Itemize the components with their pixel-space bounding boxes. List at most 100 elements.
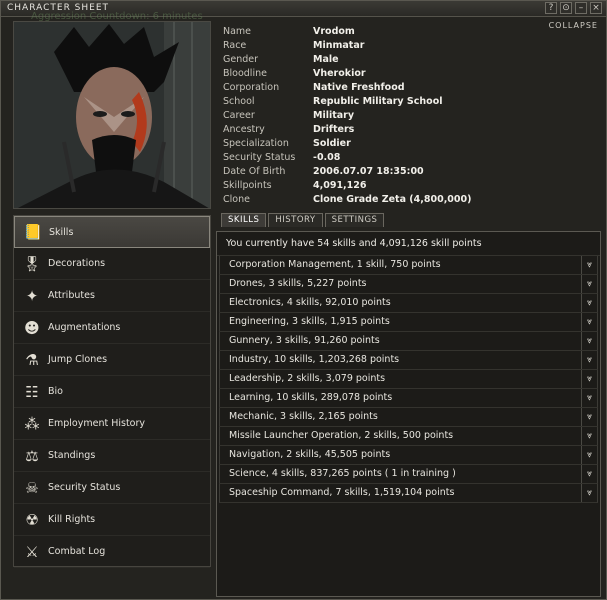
sidebar-item-label: Kill Rights [48,514,96,525]
expand-chevron-icon[interactable]: ⩔ [581,446,597,464]
info-row-bloodline: Bloodline Vherokior [223,67,471,81]
info-label: Corporation [223,82,280,93]
expand-chevron-icon[interactable]: ⩔ [581,313,597,331]
expand-chevron-icon[interactable]: ⩔ [581,370,597,388]
info-value[interactable]: Vrodom [313,25,355,39]
skill-group-row[interactable]: Science, 4 skills, 837,265 points ( 1 in… [219,465,598,484]
info-row-ancestry: Ancestry Drifters [223,123,471,137]
info-value: Clone Grade Zeta (4,800,000) [313,194,472,205]
skill-group-label: Electronics, 4 skills, 92,010 points [229,297,391,308]
minimize-button[interactable]: – [575,2,587,14]
combat-log-icon: ⚔ [25,542,39,561]
expand-chevron-icon[interactable]: ⩔ [581,389,597,407]
info-row-school: School Republic Military School [223,95,471,109]
skill-group-row[interactable]: Leadership, 2 skills, 3,079 points ⩔ [219,370,598,389]
skill-group-row[interactable]: Navigation, 2 skills, 45,505 points ⩔ [219,446,598,465]
sidebar-item-employment-history[interactable]: ⁂ Employment History [14,408,210,440]
sidebar-item-jump-clones[interactable]: ⚗ Jump Clones [14,344,210,376]
info-value: Male [313,54,339,65]
info-value: 2006.07.07 18:35:00 [313,166,424,177]
sidebar-item-skills[interactable]: 📒 Skills [14,216,210,248]
info-row-career: Career Military [223,109,471,123]
info-value: 4,091,126 [313,180,367,191]
info-value[interactable]: Vherokior [313,67,366,81]
expand-chevron-icon[interactable]: ⩔ [581,256,597,274]
sidebar-item-security-status[interactable]: ☠ Security Status [14,472,210,504]
info-label: Race [223,40,247,51]
skill-group-row[interactable]: Learning, 10 skills, 289,078 points ⩔ [219,389,598,408]
help-button[interactable]: ? [545,2,557,14]
options-button[interactable]: ⊙ [560,2,572,14]
character-sheet-window: CHARACTER SHEET Aggression Countdown: 6 … [0,0,607,600]
info-label: Career [223,110,255,121]
employment-icon: ⁂ [24,414,40,433]
skill-group-row[interactable]: Corporation Management, 1 skill, 750 poi… [219,256,598,275]
sidebar-nav: 📒 Skills 🎖 Decorations ✦ Attributes ☻ Augmen… [13,215,211,568]
sidebar-item-label: Augmentations [48,322,121,333]
sidebar-item-standings[interactable]: ⚖ Standings [14,440,210,472]
sidebar-item-attributes[interactable]: ✦ Attributes [14,280,210,312]
info-row-gender: Gender Male [223,53,471,67]
portrait-image [14,22,210,208]
sidebar-item-decorations[interactable]: 🎖 Decorations [14,248,210,280]
info-label: Bloodline [223,68,267,79]
tab-history[interactable]: HISTORY [268,213,323,227]
info-value[interactable]: Minmatar [313,39,364,53]
skill-group-label: Engineering, 3 skills, 1,915 points [229,316,390,327]
info-label: Name [223,26,252,37]
skill-group-label: Gunnery, 3 skills, 91,260 points [229,335,380,346]
skill-group-row[interactable]: Spaceship Command, 7 skills, 1,519,104 p… [219,484,598,503]
sidebar-item-label: Bio [48,386,63,397]
info-label: Skillpoints [223,180,272,191]
kill-rights-icon: ☢ [25,510,39,529]
skill-group-label: Learning, 10 skills, 289,078 points [229,392,393,403]
title-bar[interactable]: CHARACTER SHEET Aggression Countdown: 6 … [1,1,606,22]
info-value: Military [313,110,355,121]
info-label: Clone [223,194,250,205]
skill-group-row[interactable]: Missile Launcher Operation, 2 skills, 50… [219,427,598,446]
expand-chevron-icon[interactable]: ⩔ [581,332,597,350]
sidebar-item-kill-rights[interactable]: ☢ Kill Rights [14,504,210,536]
skill-group-label: Navigation, 2 skills, 45,505 points [229,449,391,460]
skull-icon: ☠ [25,478,39,497]
expand-chevron-icon[interactable]: ⩔ [581,465,597,483]
skill-group-row[interactable]: Mechanic, 3 skills, 2,165 points ⩔ [219,408,598,427]
expand-chevron-icon[interactable]: ⩔ [581,351,597,369]
expand-chevron-icon[interactable]: ⩔ [581,427,597,445]
implant-head-icon: ☻ [24,318,40,337]
character-portrait[interactable] [13,21,211,209]
expand-chevron-icon[interactable]: ⩔ [581,484,597,502]
info-row-corporation: Corporation Native Freshfood [223,81,471,95]
info-value[interactable]: Drifters [313,123,354,137]
skill-group-row[interactable]: Gunnery, 3 skills, 91,260 points ⩔ [219,332,598,351]
skill-group-label: Mechanic, 3 skills, 2,165 points [229,411,378,422]
expand-chevron-icon[interactable]: ⩔ [581,408,597,426]
bio-card-icon: ☷ [25,382,39,401]
sidebar-item-label: Decorations [48,258,106,269]
close-button[interactable]: × [590,2,602,14]
skill-group-row[interactable]: Engineering, 3 skills, 1,915 points ⩔ [219,313,598,332]
info-row-skillpoints: Skillpoints 4,091,126 [223,179,471,193]
tab-settings[interactable]: SETTINGS [324,213,385,227]
info-value[interactable]: Native Freshfood [313,81,405,95]
skill-group-row[interactable]: Electronics, 4 skills, 92,010 points ⩔ [219,294,598,313]
info-row-race: Race Minmatar [223,39,471,53]
info-label: Date Of Birth [223,166,286,177]
skill-group-row[interactable]: Drones, 3 skills, 5,227 points ⩔ [219,275,598,294]
skill-group-row[interactable]: Industry, 10 skills, 1,203,268 points ⩔ [219,351,598,370]
expand-chevron-icon[interactable]: ⩔ [581,275,597,293]
sidebar-item-label: Skills [49,226,74,238]
sidebar-item-label: Jump Clones [48,354,108,365]
info-value[interactable]: Republic Military School [313,95,442,109]
skills-book-icon: 📒 [23,223,43,241]
skills-summary: You currently have 54 skills and 4,091,1… [217,232,600,256]
tab-skills[interactable]: SKILLS [221,213,267,227]
expand-chevron-icon[interactable]: ⩔ [581,294,597,312]
info-row-date-of-birth: Date Of Birth 2006.07.07 18:35:00 [223,165,471,179]
skill-group-label: Leadership, 2 skills, 3,079 points [229,373,386,384]
sidebar-item-combat-log[interactable]: ⚔ Combat Log [14,536,210,568]
sidebar-item-bio[interactable]: ☷ Bio [14,376,210,408]
sidebar-item-augmentations[interactable]: ☻ Augmentations [14,312,210,344]
collapse-button[interactable]: COLLAPSE [549,21,598,30]
info-value: -0.08 [313,152,341,163]
